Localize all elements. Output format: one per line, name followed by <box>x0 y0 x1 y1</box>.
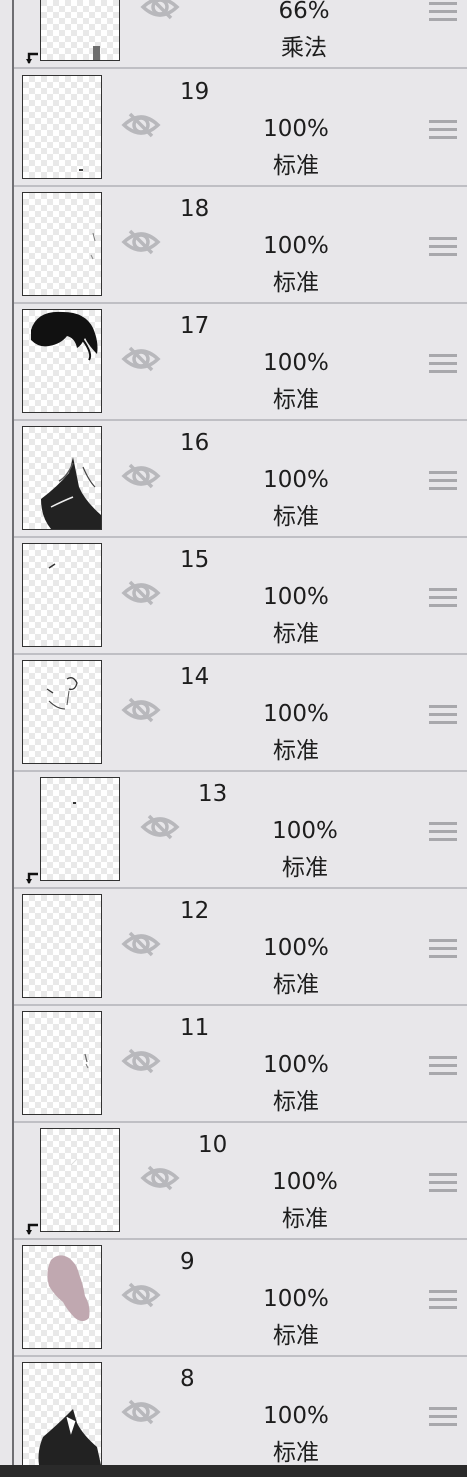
layer-opacity: 100% <box>263 584 329 610</box>
layer-row[interactable]: 15 100% 标准 <box>14 538 467 655</box>
eye-hidden-icon[interactable] <box>121 1044 161 1078</box>
layer-blend-mode[interactable]: 标准 <box>251 503 341 531</box>
drag-handle-icon[interactable] <box>429 237 457 257</box>
layer-thumbnail[interactable] <box>40 0 120 61</box>
drag-handle-icon[interactable] <box>429 1056 457 1076</box>
layer-blend-mode[interactable]: 标准 <box>251 1439 341 1467</box>
layer-opacity: 100% <box>263 1286 329 1312</box>
layer-opacity: 100% <box>263 467 329 493</box>
drag-handle-icon[interactable] <box>429 705 457 725</box>
layer-number: 18 <box>180 196 210 222</box>
drag-handle-icon[interactable] <box>429 822 457 842</box>
layer-thumbnail[interactable] <box>22 894 102 998</box>
layer-blend-mode[interactable]: 标准 <box>251 971 341 999</box>
layer-opacity: 100% <box>263 701 329 727</box>
layer-blend-mode[interactable]: 标准 <box>260 1205 350 1233</box>
eye-hidden-icon[interactable] <box>121 342 161 376</box>
layer-number: 16 <box>180 430 210 456</box>
layer-number: 13 <box>198 781 228 807</box>
layer-row[interactable]: 13 100% 标准 <box>14 772 467 889</box>
drag-handle-icon[interactable] <box>429 1290 457 1310</box>
layer-thumbnail[interactable] <box>22 543 102 647</box>
layer-opacity: 100% <box>263 1403 329 1429</box>
eye-hidden-icon[interactable] <box>140 0 180 24</box>
layer-thumbnail[interactable] <box>22 426 102 530</box>
layer-thumbnail[interactable] <box>40 777 120 881</box>
drag-handle-icon[interactable] <box>429 588 457 608</box>
drag-handle-icon[interactable] <box>429 939 457 959</box>
drag-handle-icon[interactable] <box>429 471 457 491</box>
layer-thumbnail[interactable] <box>40 1128 120 1232</box>
layer-number: 10 <box>198 1132 228 1158</box>
layer-opacity: 100% <box>263 935 329 961</box>
layer-blend-mode[interactable]: 标准 <box>260 854 350 882</box>
layer-number: 11 <box>180 1015 210 1041</box>
layer-number: 14 <box>180 664 210 690</box>
drag-handle-icon[interactable] <box>429 120 457 140</box>
eye-hidden-icon[interactable] <box>121 1278 161 1312</box>
layer-row[interactable]: 8 100% 标准 <box>14 1357 467 1474</box>
eye-hidden-icon[interactable] <box>121 108 161 142</box>
layer-number: 12 <box>180 898 210 924</box>
layer-row[interactable]: 14 100% 标准 <box>14 655 467 772</box>
layer-blend-mode[interactable]: 标准 <box>251 386 341 414</box>
layer-row[interactable]: 10 100% 标准 <box>14 1123 467 1240</box>
layer-opacity: 100% <box>272 1169 338 1195</box>
bottom-edge-bar <box>0 1465 467 1477</box>
layer-thumbnail[interactable] <box>22 192 102 296</box>
layer-thumbnail[interactable] <box>22 660 102 764</box>
drag-handle-icon[interactable] <box>429 2 457 22</box>
drag-handle-icon[interactable] <box>429 1173 457 1193</box>
layer-blend-mode[interactable]: 标准 <box>251 1088 341 1116</box>
layer-thumbnail[interactable] <box>22 309 102 413</box>
layer-opacity: 100% <box>263 1052 329 1078</box>
drag-handle-icon[interactable] <box>429 354 457 374</box>
clip-arrow-icon <box>26 52 38 64</box>
eye-hidden-icon[interactable] <box>140 1161 180 1195</box>
drag-handle-icon[interactable] <box>429 1407 457 1427</box>
layer-number: 15 <box>180 547 210 573</box>
layer-thumbnail[interactable] <box>22 75 102 179</box>
layer-blend-mode[interactable]: 标准 <box>251 269 341 297</box>
layer-blend-mode[interactable]: 标准 <box>251 1322 341 1350</box>
layer-number: 9 <box>180 1249 195 1275</box>
layer-opacity: 66% <box>278 0 330 24</box>
layer-row[interactable]: 12 100% 标准 <box>14 889 467 1006</box>
layer-row[interactable]: 17 100% 标准 <box>14 304 467 421</box>
layer-row[interactable]: 11 100% 标准 <box>14 1006 467 1123</box>
eye-hidden-icon[interactable] <box>121 225 161 259</box>
layer-blend-mode[interactable]: 标准 <box>251 620 341 648</box>
layer-row[interactable]: 16 100% 标准 <box>14 421 467 538</box>
layer-row[interactable]: 19 100% 标准 <box>14 70 467 187</box>
clip-arrow-icon <box>26 872 38 884</box>
layer-blend-mode[interactable]: 标准 <box>251 737 341 765</box>
layer-opacity: 100% <box>263 233 329 259</box>
layer-blend-mode[interactable]: 标准 <box>251 152 341 180</box>
layer-number: 8 <box>180 1366 195 1392</box>
eye-hidden-icon[interactable] <box>140 810 180 844</box>
layer-row[interactable]: 9 100% 标准 <box>14 1240 467 1357</box>
layer-opacity: 100% <box>263 350 329 376</box>
layer-number: 17 <box>180 313 210 339</box>
eye-hidden-icon[interactable] <box>121 927 161 961</box>
layer-thumbnail[interactable] <box>22 1245 102 1349</box>
layer-row[interactable]: 66% 乘法 <box>14 0 467 69</box>
layer-thumbnail[interactable] <box>22 1362 102 1466</box>
layer-thumbnail[interactable] <box>22 1011 102 1115</box>
layer-opacity: 100% <box>272 818 338 844</box>
eye-hidden-icon[interactable] <box>121 459 161 493</box>
layer-blend-mode[interactable]: 乘法 <box>259 34 349 62</box>
eye-hidden-icon[interactable] <box>121 576 161 610</box>
layer-opacity: 100% <box>263 116 329 142</box>
eye-hidden-icon[interactable] <box>121 693 161 727</box>
layer-number: 19 <box>180 79 210 105</box>
layer-panel: 66% 乘法 19 100% 标准 18 100% 标准 17 100% 标准 … <box>0 0 467 1477</box>
eye-hidden-icon[interactable] <box>121 1395 161 1429</box>
clip-arrow-icon <box>26 1223 38 1235</box>
layer-row[interactable]: 18 100% 标准 <box>14 187 467 304</box>
